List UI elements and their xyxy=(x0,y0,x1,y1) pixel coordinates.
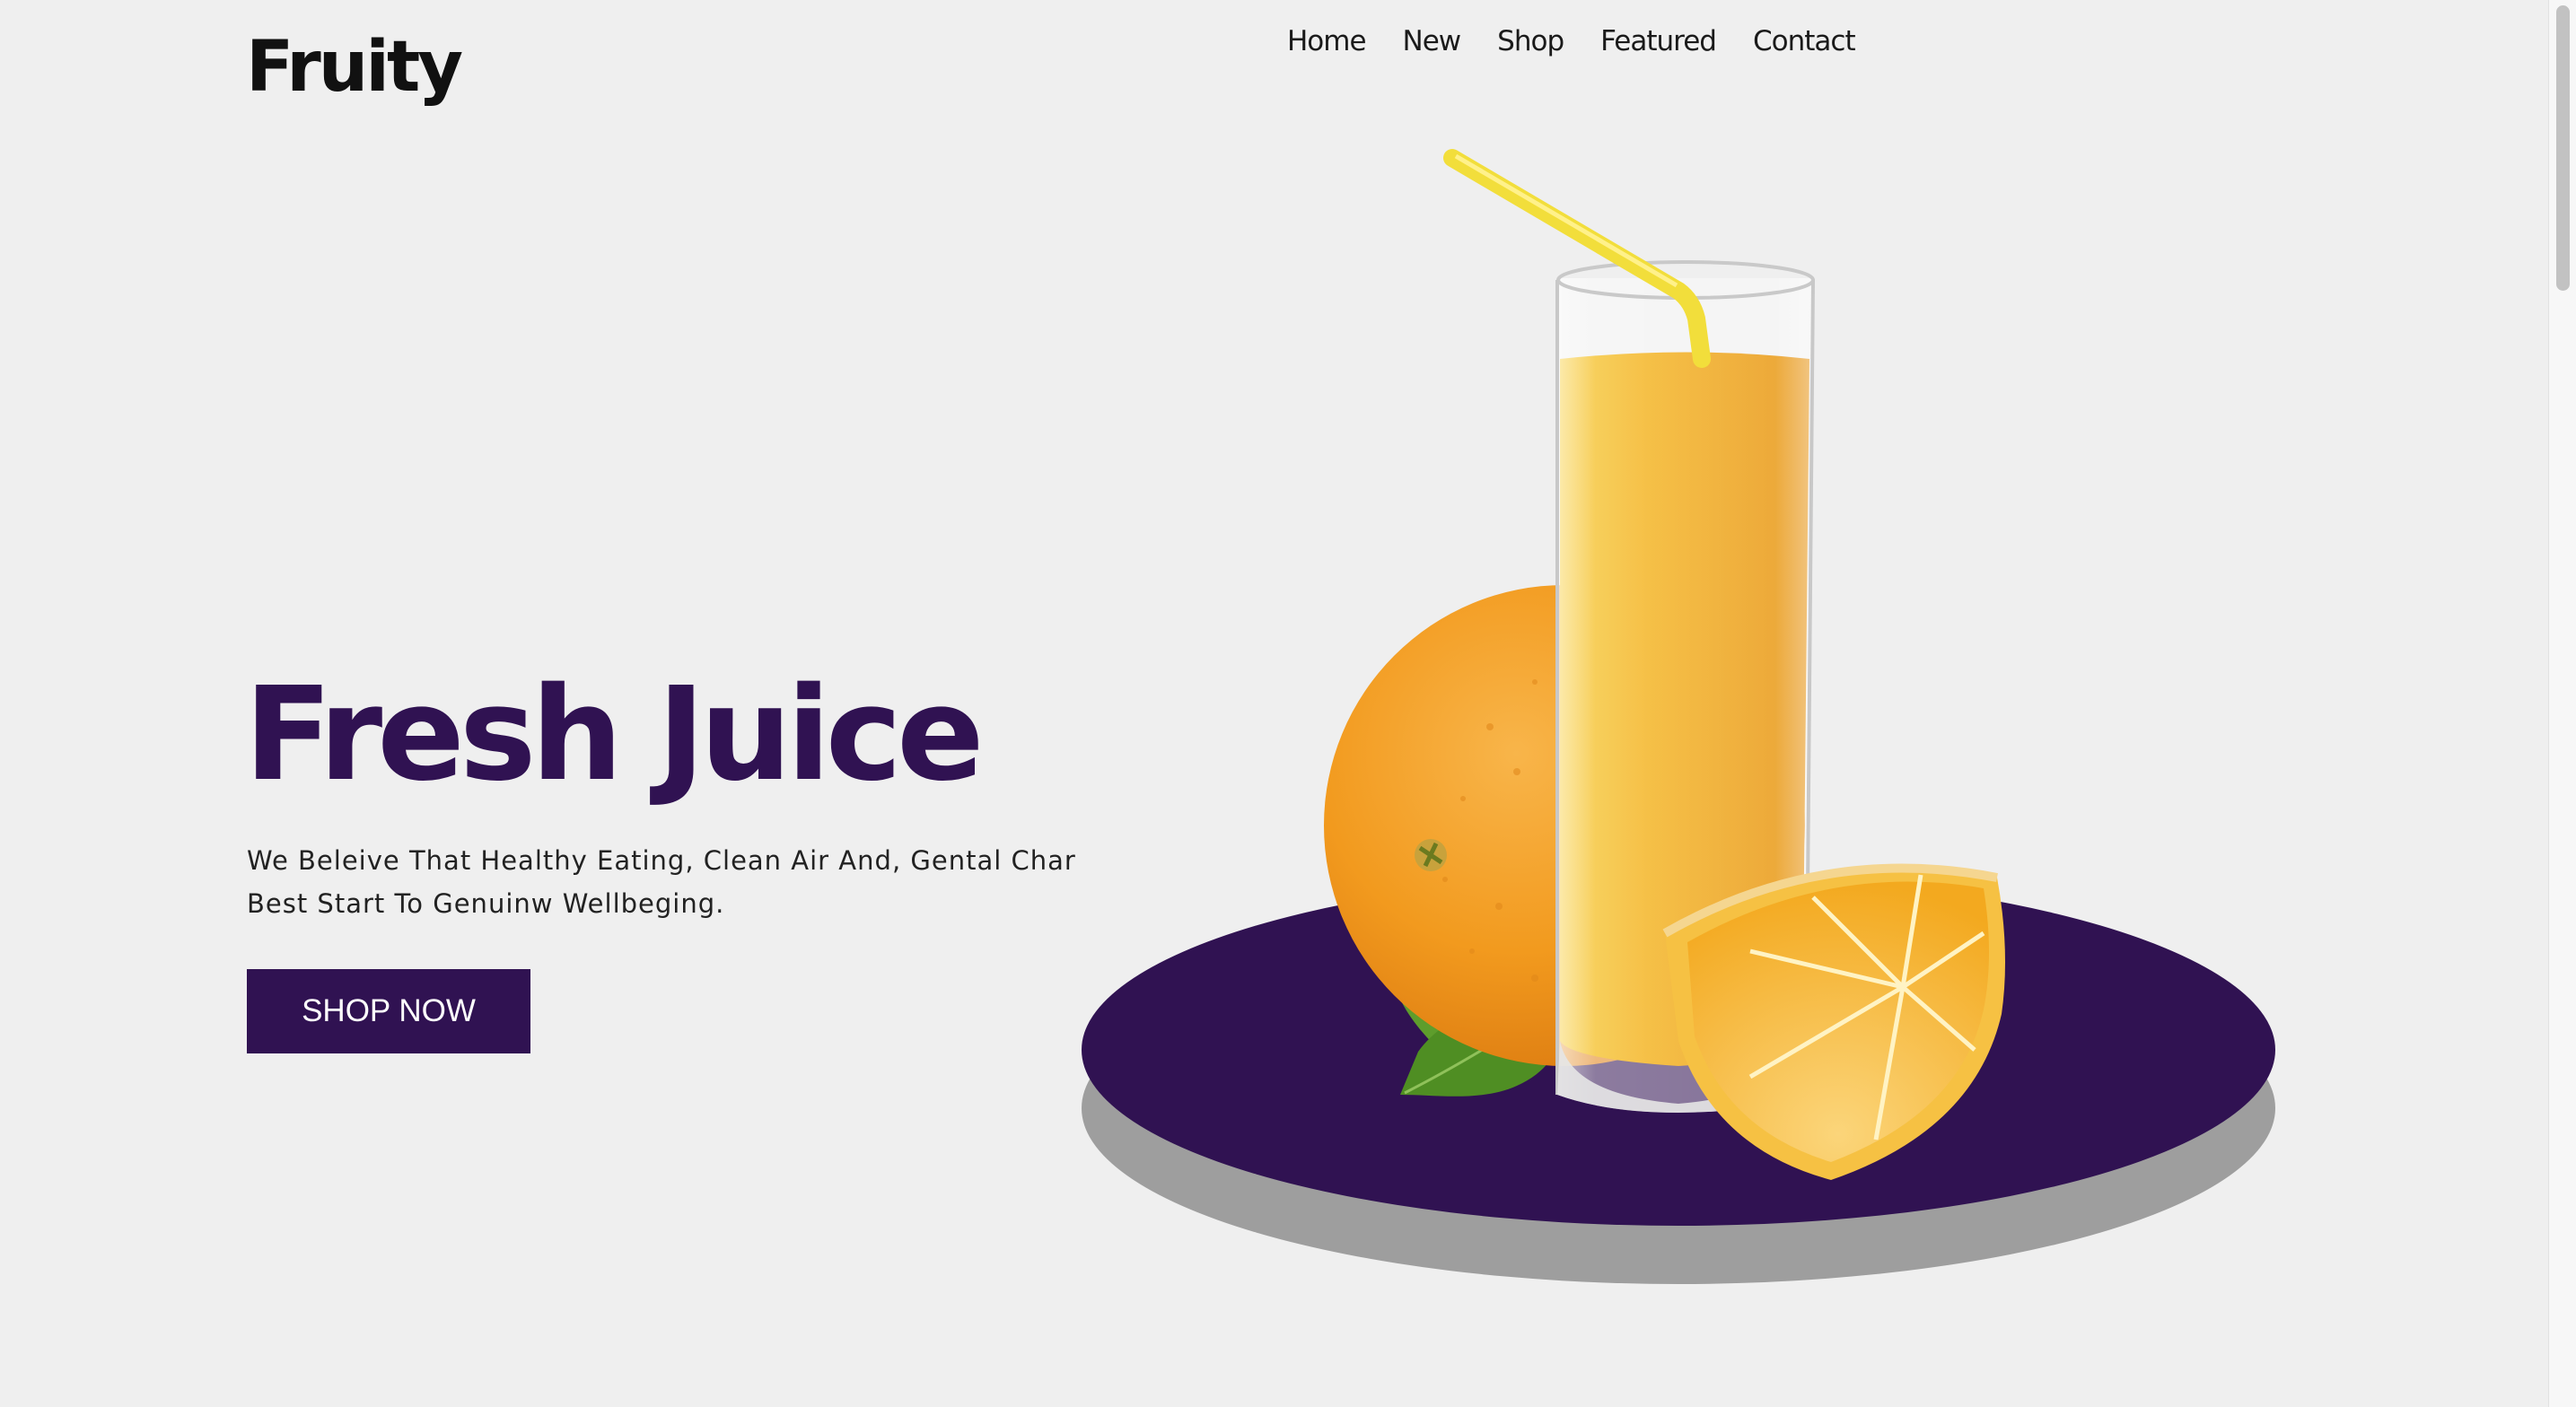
hero-juice-illustration xyxy=(1082,149,2275,1284)
nav-item-featured[interactable]: Featured xyxy=(1600,25,1717,57)
site-logo[interactable]: Fruity xyxy=(246,27,463,108)
nav-item-contact[interactable]: Contact xyxy=(1753,25,1856,57)
shop-now-button[interactable]: SHOP NOW xyxy=(247,969,530,1053)
hero-title: Fresh Juice xyxy=(244,659,985,809)
vertical-scrollbar[interactable] xyxy=(2548,0,2576,1407)
nav-item-new[interactable]: New xyxy=(1403,25,1462,57)
hero-description: We Beleive That Healthy Eating, Clean Ai… xyxy=(247,845,1076,919)
nav-item-home[interactable]: Home xyxy=(1287,25,1367,57)
main-nav: Home New Shop Featured Contact xyxy=(1287,25,1856,57)
nav-item-shop[interactable]: Shop xyxy=(1497,25,1564,57)
orange-stem xyxy=(1415,839,1447,871)
scrollbar-thumb[interactable] xyxy=(2556,5,2570,291)
